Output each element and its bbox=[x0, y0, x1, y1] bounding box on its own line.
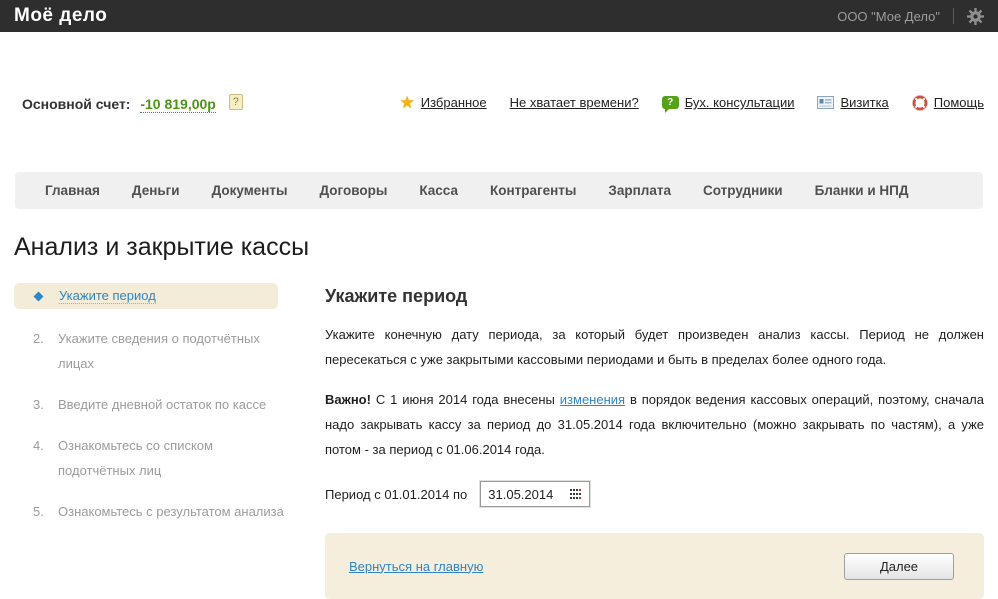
nav-item-dokumenty[interactable]: Документы bbox=[196, 183, 304, 198]
calendar-picker-icon[interactable] bbox=[569, 488, 582, 500]
changes-link[interactable]: изменения bbox=[560, 392, 625, 407]
back-to-main-link[interactable]: Вернуться на главную bbox=[349, 559, 483, 574]
active-step-bullet-icon bbox=[33, 291, 44, 301]
nav-item-blanki[interactable]: Бланки и НПД bbox=[799, 183, 925, 198]
step-item-4: 4. Ознакомьтесь со списком подотчётных л… bbox=[14, 433, 288, 483]
step-number: 3. bbox=[33, 397, 44, 412]
topbar: Моё дело ООО "Мое Дело" bbox=[0, 0, 998, 32]
app-logo[interactable]: Моё дело bbox=[14, 5, 107, 27]
step-number: 2. bbox=[33, 331, 44, 346]
app-window: Моё дело ООО "Мое Дело" Основной счет: -… bbox=[0, 0, 998, 599]
no-time-label: Не хватает времени? bbox=[509, 95, 639, 110]
next-button[interactable]: Далее bbox=[844, 552, 954, 580]
account-balance: Основной счет: -10 819,00р ? bbox=[22, 94, 243, 114]
business-card-link[interactable]: Визитка bbox=[817, 95, 889, 110]
step-list: 2. Укажите сведения о подотчётных лицах … bbox=[14, 326, 314, 524]
main-navigation: Главная Деньги Документы Договоры Касса … bbox=[15, 172, 983, 209]
account-label: Основной счет: bbox=[22, 96, 131, 112]
section-heading: Укажите период bbox=[325, 286, 468, 306]
settings-gear-icon[interactable] bbox=[967, 7, 984, 25]
action-panel: Вернуться на главную Далее bbox=[325, 533, 984, 599]
nav-item-dogovory[interactable]: Договоры bbox=[303, 183, 403, 198]
nav-item-glavnaya[interactable]: Главная bbox=[29, 183, 116, 198]
wizard-steps: Укажите период 2. Укажите сведения о под… bbox=[14, 283, 314, 540]
nav-item-dengi[interactable]: Деньги bbox=[116, 183, 196, 198]
step-label: Ознакомьтесь со списком подотчётных лиц bbox=[58, 438, 213, 478]
nav-item-kassa[interactable]: Касса bbox=[403, 183, 474, 198]
help-label: Помощь bbox=[933, 95, 984, 110]
topbar-right: ООО "Мое Дело" bbox=[837, 7, 984, 25]
step-number: 5. bbox=[33, 504, 44, 519]
accounting-consult-link[interactable]: ? Бух. консультации bbox=[661, 95, 795, 113]
important-label: Важно! bbox=[325, 392, 371, 407]
business-card-label: Визитка bbox=[840, 95, 889, 110]
nav-item-kontragenty[interactable]: Контрагенты bbox=[474, 183, 592, 198]
content-area: Укажите период Укажите конечную дату пер… bbox=[325, 286, 984, 599]
period-end-date-input[interactable] bbox=[488, 486, 563, 502]
intro-paragraph: Укажите конечную дату периода, за которы… bbox=[325, 327, 984, 367]
date-field-wrap bbox=[480, 481, 591, 507]
favorites-label: Избранное bbox=[420, 95, 487, 110]
step-item-5: 5. Ознакомьтесь с результатом анализа bbox=[14, 499, 288, 524]
company-name[interactable]: ООО "Мое Дело" bbox=[837, 9, 940, 24]
nav-item-sotrudniki[interactable]: Сотрудники bbox=[687, 183, 799, 198]
chat-question-icon: ? bbox=[661, 96, 679, 113]
step-label: Введите дневной остаток по кассе bbox=[58, 397, 267, 412]
accounting-consult-label: Бух. консультации bbox=[684, 95, 795, 110]
lifebuoy-icon bbox=[911, 94, 928, 111]
step-item-3: 3. Введите дневной остаток по кассе bbox=[14, 392, 288, 417]
help-link[interactable]: Помощь bbox=[911, 94, 984, 111]
no-time-link[interactable]: Не хватает времени? bbox=[510, 95, 639, 110]
star-icon: ★ bbox=[399, 93, 415, 112]
favorites-link[interactable]: ★ Избранное bbox=[400, 94, 487, 111]
account-balance-value[interactable]: -10 819,00р bbox=[140, 96, 216, 113]
step-item-2: 2. Укажите сведения о подотчётных лицах bbox=[14, 326, 288, 376]
business-card-icon bbox=[817, 96, 835, 109]
step-label: Ознакомьтесь с результатом анализа bbox=[58, 504, 284, 519]
period-row: Период с 01.01.2014 по bbox=[325, 481, 984, 507]
active-step-link[interactable]: Укажите период bbox=[59, 288, 156, 304]
balance-help-badge[interactable]: ? bbox=[228, 94, 243, 110]
step-label: Укажите сведения о подотчётных лицах bbox=[58, 331, 260, 371]
page-title: Анализ и закрытие кассы bbox=[14, 233, 310, 261]
period-label: Период с 01.01.2014 по bbox=[325, 486, 468, 502]
quick-links: ★ Избранное Не хватает времени? ? Бух. к… bbox=[400, 94, 984, 113]
important-paragraph: Важно! С 1 июня 2014 года внесены измене… bbox=[325, 387, 984, 462]
step-number: 4. bbox=[33, 438, 44, 453]
step-item-active[interactable]: Укажите период bbox=[14, 283, 278, 309]
topbar-divider bbox=[953, 8, 954, 24]
important-text-1: С 1 июня 2014 года внесены bbox=[370, 392, 560, 407]
nav-item-zarplata[interactable]: Зарплата bbox=[592, 183, 687, 198]
